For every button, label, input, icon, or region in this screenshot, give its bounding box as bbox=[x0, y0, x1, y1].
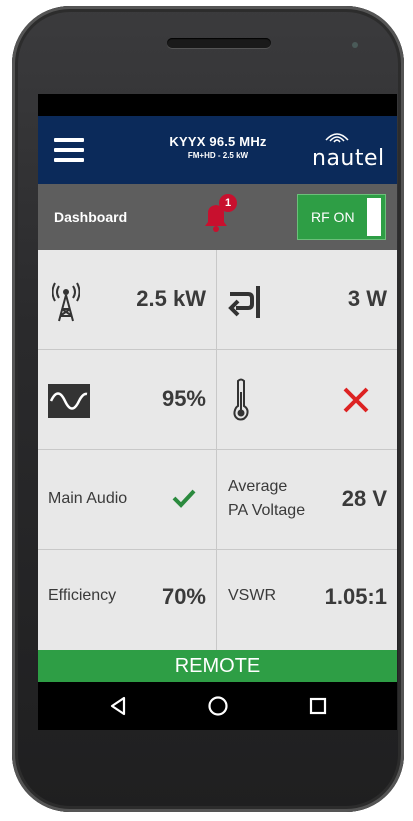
rf-toggle-label: RF ON bbox=[311, 209, 355, 225]
main-audio-label: Main Audio bbox=[48, 490, 128, 507]
avg-pa-voltage-label-line1: Average bbox=[228, 478, 288, 495]
efficiency-cell[interactable]: Efficiency 70% bbox=[38, 550, 217, 650]
vswr-value: 1.05:1 bbox=[324, 584, 387, 609]
app-screen: KYYX 96.5 MHz FM+HD - 2.5 kW nautel Dash… bbox=[38, 94, 397, 730]
vswr-cell[interactable]: VSWR 1.05:1 bbox=[218, 550, 397, 650]
efficiency-label: Efficiency bbox=[48, 587, 117, 604]
avg-pa-voltage-cell[interactable]: Average PA Voltage 28 V bbox=[218, 450, 397, 550]
modulation-value: 95% bbox=[161, 386, 206, 411]
reflected-power-icon bbox=[228, 286, 260, 318]
dashboard-bar: Dashboard 1 RF ON bbox=[38, 184, 397, 250]
thermometer-icon bbox=[233, 378, 249, 421]
check-icon bbox=[172, 489, 196, 508]
app-header: KYYX 96.5 MHz FM+HD - 2.5 kW nautel bbox=[38, 116, 397, 184]
brand-logo: nautel bbox=[312, 146, 385, 171]
front-camera bbox=[352, 42, 358, 48]
brand-waves-icon bbox=[325, 133, 349, 143]
back-icon[interactable] bbox=[106, 694, 130, 718]
main-audio-cell[interactable]: Main Audio bbox=[38, 450, 217, 550]
avg-pa-voltage-value: 28 V bbox=[341, 486, 387, 511]
dashboard-label: Dashboard bbox=[54, 209, 128, 225]
avg-pa-voltage-label-line2: PA Voltage bbox=[228, 502, 306, 519]
reflected-power-cell[interactable]: 3 W bbox=[218, 250, 397, 350]
metrics-grid: 2.5 kW 3 W 95% Main Audio Average PA Vol… bbox=[38, 250, 397, 650]
forward-power-value: 2.5 kW bbox=[136, 286, 206, 311]
alarm-count-badge: 1 bbox=[219, 194, 237, 212]
rf-toggle-knob bbox=[367, 198, 381, 236]
station-detail: FM+HD - 2.5 kW bbox=[187, 151, 249, 160]
modulation-cell[interactable]: 95% bbox=[38, 350, 217, 450]
temperature-cell[interactable] bbox=[218, 350, 397, 450]
recent-apps-icon[interactable] bbox=[306, 694, 330, 718]
status-bar bbox=[38, 94, 397, 116]
reflected-power-value: 3 W bbox=[347, 286, 387, 311]
home-icon[interactable] bbox=[206, 694, 230, 718]
vswr-label: VSWR bbox=[228, 587, 276, 604]
earpiece-speaker bbox=[167, 38, 271, 48]
hamburger-menu-icon[interactable] bbox=[54, 138, 84, 162]
antenna-tower-icon bbox=[52, 282, 80, 322]
forward-power-cell[interactable]: 2.5 kW bbox=[38, 250, 217, 350]
efficiency-value: 70% bbox=[161, 584, 206, 609]
station-info: KYYX 96.5 MHz FM+HD - 2.5 kW bbox=[138, 134, 298, 160]
remote-status-bar[interactable]: REMOTE bbox=[38, 650, 397, 682]
android-nav-bar bbox=[38, 682, 397, 730]
fault-x-icon bbox=[343, 387, 369, 413]
rf-on-toggle[interactable]: RF ON bbox=[297, 194, 386, 240]
waveform-icon bbox=[48, 384, 90, 418]
station-name: KYYX 96.5 MHz bbox=[169, 134, 267, 149]
